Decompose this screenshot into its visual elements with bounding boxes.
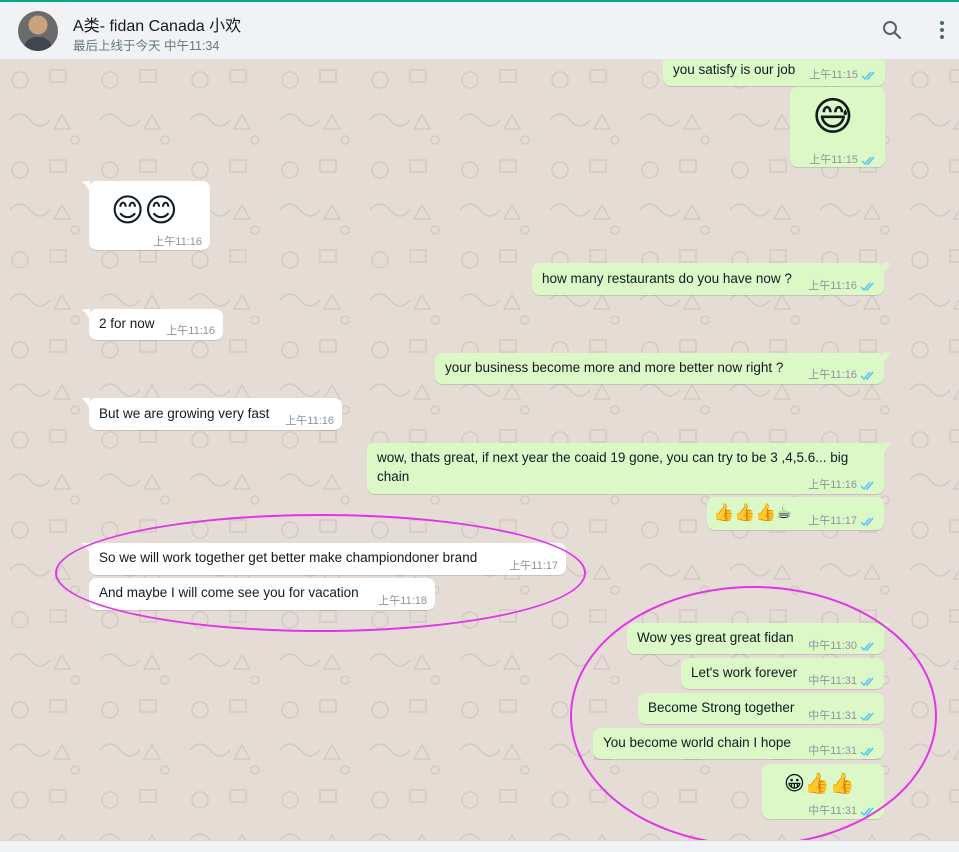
compose-bar-edge [0,840,959,852]
search-icon[interactable] [880,18,904,42]
message-incoming[interactable]: And maybe I will come see you for vacati… [89,578,435,610]
message-meta: 中午11:31 [808,672,876,691]
message-pane[interactable]: you satisfy is our job 上午11:15 😅 上午11:15… [0,60,959,840]
message-text-line-2: chain [377,469,410,484]
message-meta: 上午11:16 [153,233,202,252]
message-meta: 上午11:18 [378,592,427,611]
chat-name[interactable]: A类- fidan Canada 小欢 [73,12,241,36]
message-meta: 中午11:30 [808,637,876,656]
read-receipt-icon [860,712,874,722]
read-receipt-icon [861,71,875,81]
message-time: 上午11:18 [378,595,427,607]
read-receipt-icon [860,677,874,687]
message-outgoing[interactable]: your business become more and more bette… [435,353,891,385]
message-incoming[interactable]: 2 for now 上午11:16 [82,309,223,341]
message-time: 上午11:15 [809,69,858,81]
message-text: 2 for now [99,316,155,331]
message-time: 上午11:16 [153,236,202,248]
message-time: 上午11:17 [509,560,558,572]
message-text: Let's work forever [691,665,798,680]
thumbs-up-coffee-emoji: 👍👍👍☕ [713,503,792,523]
message-meta: 上午11:15 [809,151,877,170]
message-time: 上午11:16 [808,280,857,292]
message-text: you satisfy is our job [673,62,796,77]
message-meta: 上午11:15 [809,66,877,85]
message-time: 上午11:16 [808,479,857,491]
message-meta: 上午11:17 [509,557,558,576]
sweat-smile-emoji: 😅 [812,94,854,140]
message-meta: 上午11:16 [166,322,215,341]
message-meta: 上午11:16 [285,412,334,431]
read-receipt-icon [860,747,874,757]
read-receipt-icon [860,807,874,817]
message-time: 中午11:31 [808,805,857,817]
message-text: Become Strong together [648,700,795,715]
message-outgoing-emoji[interactable]: 👍👍👍☕ 上午11:17 [707,497,884,530]
message-time: 中午11:30 [808,640,857,652]
message-time: 上午11:17 [808,515,857,527]
message-meta: 中午11:31 [808,802,876,821]
message-outgoing-emoji[interactable]: 😅 上午11:15 [790,87,885,167]
read-receipt-icon [860,282,874,292]
message-incoming-emoji[interactable]: 😊😊 上午11:16 [82,181,210,252]
message-incoming[interactable]: But we are growing very fast 上午11:16 [82,398,342,431]
smile-emoji: 😊😊 [111,191,178,229]
message-meta: 中午11:31 [808,742,876,761]
message-time: 上午11:15 [809,154,858,166]
message-text-line-1: wow, thats great, if next year the coaid… [377,450,849,465]
message-text: your business become more and more bette… [445,360,784,375]
message-outgoing[interactable]: Become Strong together 中午11:31 [638,693,884,724]
read-receipt-icon [860,481,874,491]
message-outgoing[interactable]: You become world chain I hope 中午11:31 [593,728,884,759]
message-time: 上午11:16 [166,325,215,337]
contact-avatar[interactable] [18,11,58,51]
message-text: how many restaurants do you have now ? [542,271,792,286]
read-receipt-icon [860,517,874,527]
message-text: So we will work together get better make… [99,550,478,565]
menu-icon[interactable] [930,18,954,42]
message-time: 上午11:16 [808,369,857,381]
message-outgoing[interactable]: Wow yes great great fidan 中午11:30 [627,623,891,656]
message-meta: 中午11:31 [808,707,876,726]
message-text: And maybe I will come see you for vacati… [99,585,359,600]
read-receipt-icon [860,371,874,381]
message-outgoing[interactable]: wow, thats great, if next year the coaid… [367,443,891,495]
last-seen-status: 最后上线于今天 中午11:34 [73,39,220,53]
read-receipt-icon [861,156,875,166]
message-text: You become world chain I hope [603,735,791,750]
message-incoming[interactable]: So we will work together get better make… [82,543,566,576]
message-time: 中午11:31 [808,745,857,757]
message-text: But we are growing very fast [99,406,270,421]
message-outgoing-emoji[interactable]: 😀👍👍 中午11:31 [762,764,884,819]
message-outgoing[interactable]: you satisfy is our job 上午11:15 [663,60,885,86]
message-meta: 上午11:17 [808,512,876,531]
message-text: Wow yes great great fidan [637,630,794,645]
message-time: 中午11:31 [808,675,857,687]
message-meta: 上午11:16 [808,476,876,495]
message-meta: 上午11:16 [808,366,876,385]
message-time: 中午11:31 [808,710,857,722]
message-time: 上午11:16 [285,415,334,427]
message-meta: 上午11:16 [808,277,876,296]
grin-thumbs-up-emoji: 😀👍👍 [784,771,855,795]
chat-header: A类- fidan Canada 小欢 最后上线于今天 中午11:34 [0,2,959,60]
read-receipt-icon [860,642,874,652]
message-outgoing[interactable]: Let's work forever 中午11:31 [681,658,884,689]
message-outgoing[interactable]: how many restaurants do you have now ? 上… [532,263,891,296]
